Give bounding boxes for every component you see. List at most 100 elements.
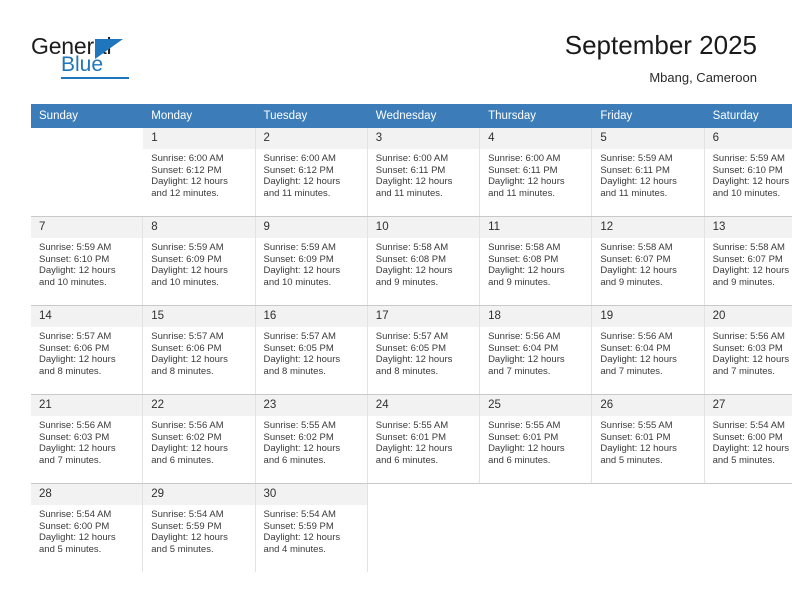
weekday-header-sunday: Sunday [31,104,144,128]
page-header: General Blue September 2025 Mbang, Camer… [0,0,792,104]
calendar-week-row: 28 Sunrise: 5:54 AM Sunset: 6:00 PM Dayligh… [31,484,792,572]
daylight-text-line2: and 10 minutes. [712,187,781,199]
daylight-text-line2: and 9 minutes. [375,276,439,288]
day-number: 20 [704,306,792,327]
weekday-header-thursday: Thursday [480,104,593,128]
calendar-cell[interactable]: 23 Sunrise: 5:55 AM Sunset: 6:02 PM Dayligh… [255,395,368,483]
daylight-text-line1: Daylight: 12 hours [375,265,453,277]
calendar-cell[interactable]: 7 Sunrise: 5:59 AM Sunset: 6:10 PM Daylight… [31,217,144,305]
calendar-cell[interactable]: 19 Sunrise: 5:56 AM Sunset: 6:04 PM Dayligh… [592,306,705,394]
day-number: 26 [592,395,704,416]
day-details: Sunrise: 6:00 AM Sunset: 6:12 PM Daylight:… [256,149,367,199]
daylight-text-line2: and 7 minutes. [488,365,551,377]
sunrise-text: Sunrise: 5:59 AM [39,242,112,253]
calendar-cell[interactable]: 30 Sunrise: 5:54 AM Sunset: 5:59 PM Dayligh… [255,484,368,572]
day-number: 29 [143,484,255,505]
calendar-cell[interactable]: 3 Sunrise: 6:00 AM Sunset: 6:11 PM Daylight… [367,128,481,216]
calendar-cell[interactable]: 18 Sunrise: 5:56 AM Sunset: 6:04 PM Dayligh… [480,306,593,394]
day-number: 17 [367,306,480,327]
day-details: Sunrise: 5:59 AM Sunset: 6:09 PM Daylight:… [143,238,254,288]
day-number: 21 [31,395,143,416]
day-number: 22 [143,395,255,416]
day-details: Sunrise: 5:59 AM Sunset: 6:09 PM Daylight:… [256,238,367,288]
day-details: Sunrise: 5:57 AM Sunset: 6:05 PM Daylight:… [368,327,479,377]
calendar-cell[interactable]: 5 Sunrise: 5:59 AM Sunset: 6:11 PM Daylight… [592,128,705,216]
calendar-cell[interactable]: 4 Sunrise: 6:00 AM Sunset: 6:11 PM Daylight… [480,128,593,216]
day-number: 28 [31,484,143,505]
calendar-cell[interactable]: 21 Sunrise: 5:56 AM Sunset: 6:03 PM Dayligh… [31,395,144,483]
calendar-cell[interactable]: 16 Sunrise: 5:57 AM Sunset: 6:05 PM Dayligh… [255,306,368,394]
calendar-cell-day: 21 Sunrise: 5:56 AM Sunset: 6:03 PM Dayligh… [31,395,144,483]
daylight-text-line1: Daylight: 12 hours [39,354,116,366]
calendar-cell[interactable]: 24 Sunrise: 5:55 AM Sunset: 6:01 PM Dayligh… [367,395,481,483]
day-details: Sunrise: 5:55 AM Sunset: 6:01 PM Daylight:… [480,416,591,466]
calendar-cell[interactable]: 11 Sunrise: 5:58 AM Sunset: 6:08 PM Dayligh… [480,217,593,305]
day-details: Sunrise: 6:00 AM Sunset: 6:12 PM Daylight:… [143,149,254,199]
calendar-cell[interactable]: 1 Sunrise: 6:00 AM Sunset: 6:12 PM Daylight… [143,128,256,216]
daylight-text-line1: Daylight: 12 hours [488,443,565,455]
calendar-cell[interactable]: 25 Sunrise: 5:55 AM Sunset: 6:01 PM Dayligh… [480,395,593,483]
day-number: 7 [31,217,143,238]
day-details: Sunrise: 5:59 AM Sunset: 6:10 PM Daylight:… [31,238,142,288]
sunrise-text: Sunrise: 5:56 AM [39,420,112,431]
calendar-cell-day: 1 Sunrise: 6:00 AM Sunset: 6:12 PM Daylight… [143,128,256,216]
calendar-cell[interactable]: 26 Sunrise: 5:55 AM Sunset: 6:01 PM Dayligh… [592,395,705,483]
day-details: Sunrise: 5:57 AM Sunset: 6:06 PM Daylight:… [143,327,254,377]
sunset-text: Sunset: 6:12 PM [151,164,222,176]
calendar-cell[interactable]: 15 Sunrise: 5:57 AM Sunset: 6:06 PM Dayligh… [143,306,256,394]
daylight-text-line2: and 10 minutes. [263,276,332,288]
location-subtitle: Mbang, Cameroon [649,70,757,85]
sunset-text: Sunset: 6:02 PM [263,431,334,443]
calendar-cell-day: 3 Sunrise: 6:00 AM Sunset: 6:11 PM Daylight… [367,128,481,216]
calendar-cell[interactable]: 14 Sunrise: 5:57 AM Sunset: 6:06 PM Dayligh… [31,306,144,394]
calendar-cell-day: 27 Sunrise: 5:54 AM Sunset: 6:00 PM Dayligh… [704,395,792,483]
calendar-cell-day: 19 Sunrise: 5:56 AM Sunset: 6:04 PM Dayligh… [592,306,705,394]
calendar-cell-day: 10 Sunrise: 5:58 AM Sunset: 6:08 PM Dayligh… [367,217,481,305]
day-number: 27 [704,395,792,416]
calendar-cell-day: 15 Sunrise: 5:57 AM Sunset: 6:06 PM Dayligh… [143,306,256,394]
calendar-cell[interactable]: 6 Sunrise: 5:59 AM Sunset: 6:10 PM Daylight… [704,128,792,216]
day-details: Sunrise: 5:56 AM Sunset: 6:03 PM Daylight:… [705,327,792,377]
calendar-cell-empty [705,484,792,572]
sunrise-text: Sunrise: 5:59 AM [151,242,224,253]
calendar-cell[interactable]: 29 Sunrise: 5:54 AM Sunset: 5:59 PM Dayligh… [143,484,256,572]
sunrise-text: Sunrise: 5:54 AM [263,509,336,520]
calendar-cell[interactable]: 12 Sunrise: 5:58 AM Sunset: 6:07 PM Dayligh… [592,217,705,305]
daylight-text-line2: and 6 minutes. [263,454,326,466]
sunrise-text: Sunrise: 5:54 AM [39,509,112,520]
calendar-cell[interactable]: 10 Sunrise: 5:58 AM Sunset: 6:08 PM Dayligh… [367,217,481,305]
sunset-text: Sunset: 6:08 PM [488,253,559,265]
sunset-text: Sunset: 5:59 PM [151,520,222,532]
calendar-cell[interactable]: 20 Sunrise: 5:56 AM Sunset: 6:03 PM Dayligh… [704,306,792,394]
calendar-cell-day: 30 Sunrise: 5:54 AM Sunset: 5:59 PM Dayligh… [255,484,368,572]
day-details: Sunrise: 5:54 AM Sunset: 5:59 PM Daylight:… [256,505,367,555]
calendar-cell[interactable]: 17 Sunrise: 5:57 AM Sunset: 6:05 PM Dayligh… [367,306,481,394]
sunset-text: Sunset: 6:03 PM [39,431,110,443]
calendar-cell[interactable]: 8 Sunrise: 5:59 AM Sunset: 6:09 PM Daylight… [143,217,256,305]
sunrise-text: Sunrise: 5:57 AM [263,331,336,342]
day-number: 24 [367,395,480,416]
calendar-cell[interactable]: 2 Sunrise: 6:00 AM Sunset: 6:12 PM Daylight… [255,128,368,216]
calendar-cell[interactable]: 13 Sunrise: 5:58 AM Sunset: 6:07 PM Dayligh… [704,217,792,305]
calendar-cell[interactable]: 28 Sunrise: 5:54 AM Sunset: 6:00 PM Dayligh… [31,484,144,572]
daylight-text-line1: Daylight: 12 hours [488,265,565,277]
calendar-cell[interactable]: 27 Sunrise: 5:54 AM Sunset: 6:00 PM Dayligh… [704,395,792,483]
sunrise-text: Sunrise: 5:55 AM [263,420,336,431]
daylight-text-line1: Daylight: 12 hours [263,354,341,366]
day-details: Sunrise: 5:56 AM Sunset: 6:03 PM Daylight:… [31,416,142,466]
day-details: Sunrise: 5:55 AM Sunset: 6:02 PM Daylight:… [256,416,367,466]
day-number: 5 [592,128,704,149]
sunset-text: Sunset: 6:08 PM [375,253,447,265]
daylight-text-line1: Daylight: 12 hours [151,532,228,544]
day-number: 3 [367,128,480,149]
day-details: Sunrise: 5:56 AM Sunset: 6:02 PM Daylight:… [143,416,254,466]
calendar-cell-day: 11 Sunrise: 5:58 AM Sunset: 6:08 PM Dayligh… [480,217,593,305]
sunrise-text: Sunrise: 5:55 AM [488,420,561,431]
daylight-text-line1: Daylight: 12 hours [712,265,790,277]
calendar-cell[interactable]: 9 Sunrise: 5:59 AM Sunset: 6:09 PM Daylight… [255,217,368,305]
sunset-text: Sunset: 6:01 PM [488,431,559,443]
day-number: 11 [480,217,592,238]
daylight-text-line2: and 6 minutes. [151,454,214,466]
sunset-text: Sunset: 6:01 PM [375,431,447,443]
calendar-cell[interactable]: 22 Sunrise: 5:56 AM Sunset: 6:02 PM Dayligh… [143,395,256,483]
